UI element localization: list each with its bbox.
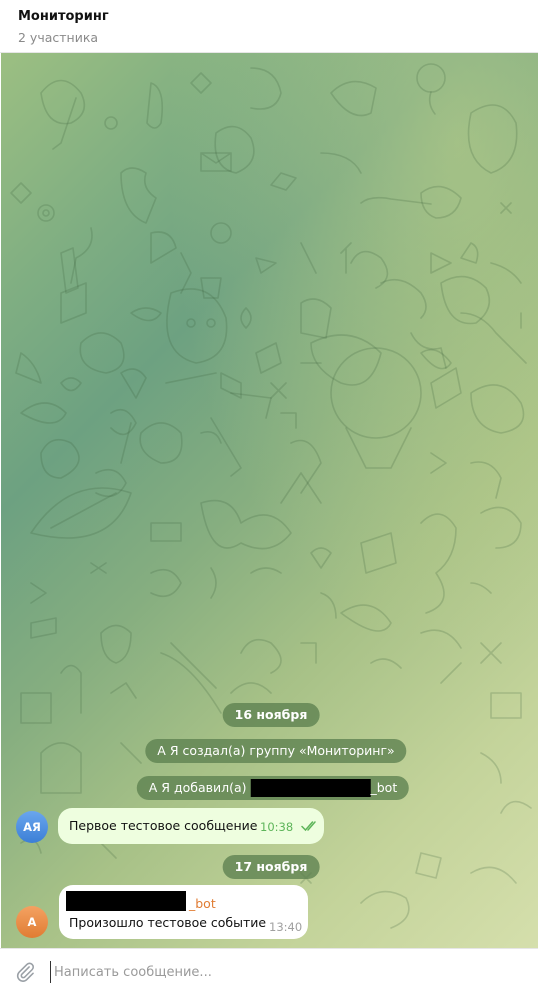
chat-history[interactable]: 16 ноября А Я создал(а) группу «Монитори… xyxy=(1,53,538,948)
service-message-added-prefix: А Я добавил(а) xyxy=(148,780,247,795)
service-message-group-created: А Я создал(а) группу «Мониторинг» xyxy=(145,739,407,763)
service-message-member-added: А Я добавил(а) _bot xyxy=(136,776,410,800)
incoming-message-bubble[interactable]: _bot Произошло тестовое событие 13:40 xyxy=(59,885,308,939)
chat-title: Мониторинг xyxy=(18,9,109,24)
service-message-added-suffix: _bot xyxy=(370,780,398,795)
avatar[interactable]: АЯ xyxy=(16,811,48,843)
message-composer xyxy=(0,948,538,993)
double-check-icon xyxy=(301,821,316,832)
message-time: 10:38 xyxy=(260,820,294,834)
avatar[interactable]: А xyxy=(16,906,48,938)
chat-header[interactable]: Мониторинг 2 участника xyxy=(0,0,538,53)
redacted-bot-name xyxy=(66,891,186,911)
message-time: 13:40 xyxy=(269,920,303,934)
sender-name-suffix: _bot xyxy=(189,896,216,911)
message-text: Произошло тестовое событие xyxy=(69,915,267,930)
message-text: Первое тестовое сообщение xyxy=(69,818,258,833)
redacted-bot-name xyxy=(250,779,371,797)
outgoing-message-bubble[interactable]: Первое тестовое сообщение 10:38 xyxy=(58,808,324,844)
date-separator: 16 ноября xyxy=(222,703,320,727)
members-count: 2 участника xyxy=(18,30,99,45)
paperclip-icon[interactable] xyxy=(14,961,36,983)
date-separator: 17 ноября xyxy=(222,855,320,879)
message-input[interactable] xyxy=(50,961,520,983)
